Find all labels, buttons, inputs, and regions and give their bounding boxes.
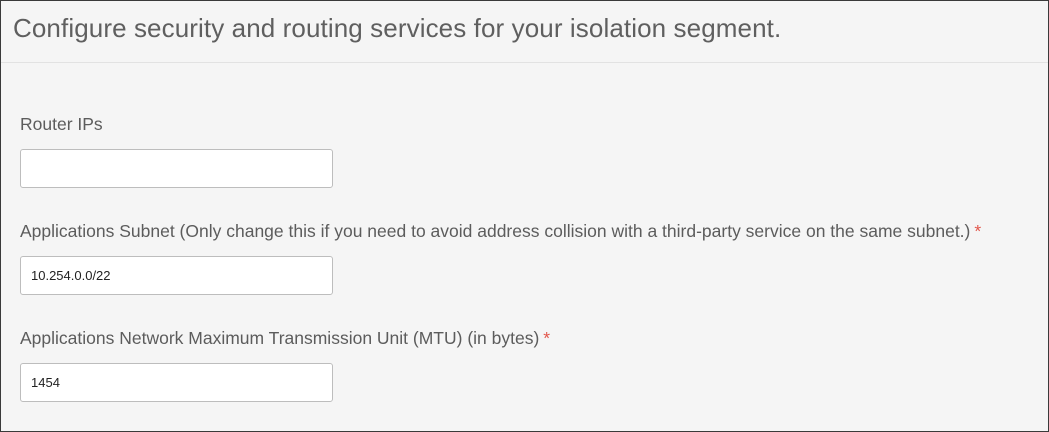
panel-header: Configure security and routing services …	[1, 1, 1048, 63]
required-indicator: *	[974, 221, 982, 241]
applications-subnet-label: Applications Subnet (Only change this if…	[20, 221, 982, 241]
mtu-field: Applications Network Maximum Transmissio…	[20, 328, 550, 402]
mtu-label: Applications Network Maximum Transmissio…	[20, 328, 551, 348]
router-ips-input[interactable]	[20, 149, 333, 188]
page-title: Configure security and routing services …	[13, 13, 782, 43]
config-panel: Configure security and routing services …	[0, 0, 1049, 432]
router-ips-field: Router IPs	[20, 114, 333, 188]
applications-subnet-field: Applications Subnet (Only change this if…	[20, 221, 981, 295]
router-ips-label: Router IPs	[20, 114, 103, 134]
mtu-input[interactable]	[20, 363, 333, 402]
required-indicator: *	[543, 328, 551, 348]
applications-subnet-input[interactable]	[20, 256, 333, 295]
